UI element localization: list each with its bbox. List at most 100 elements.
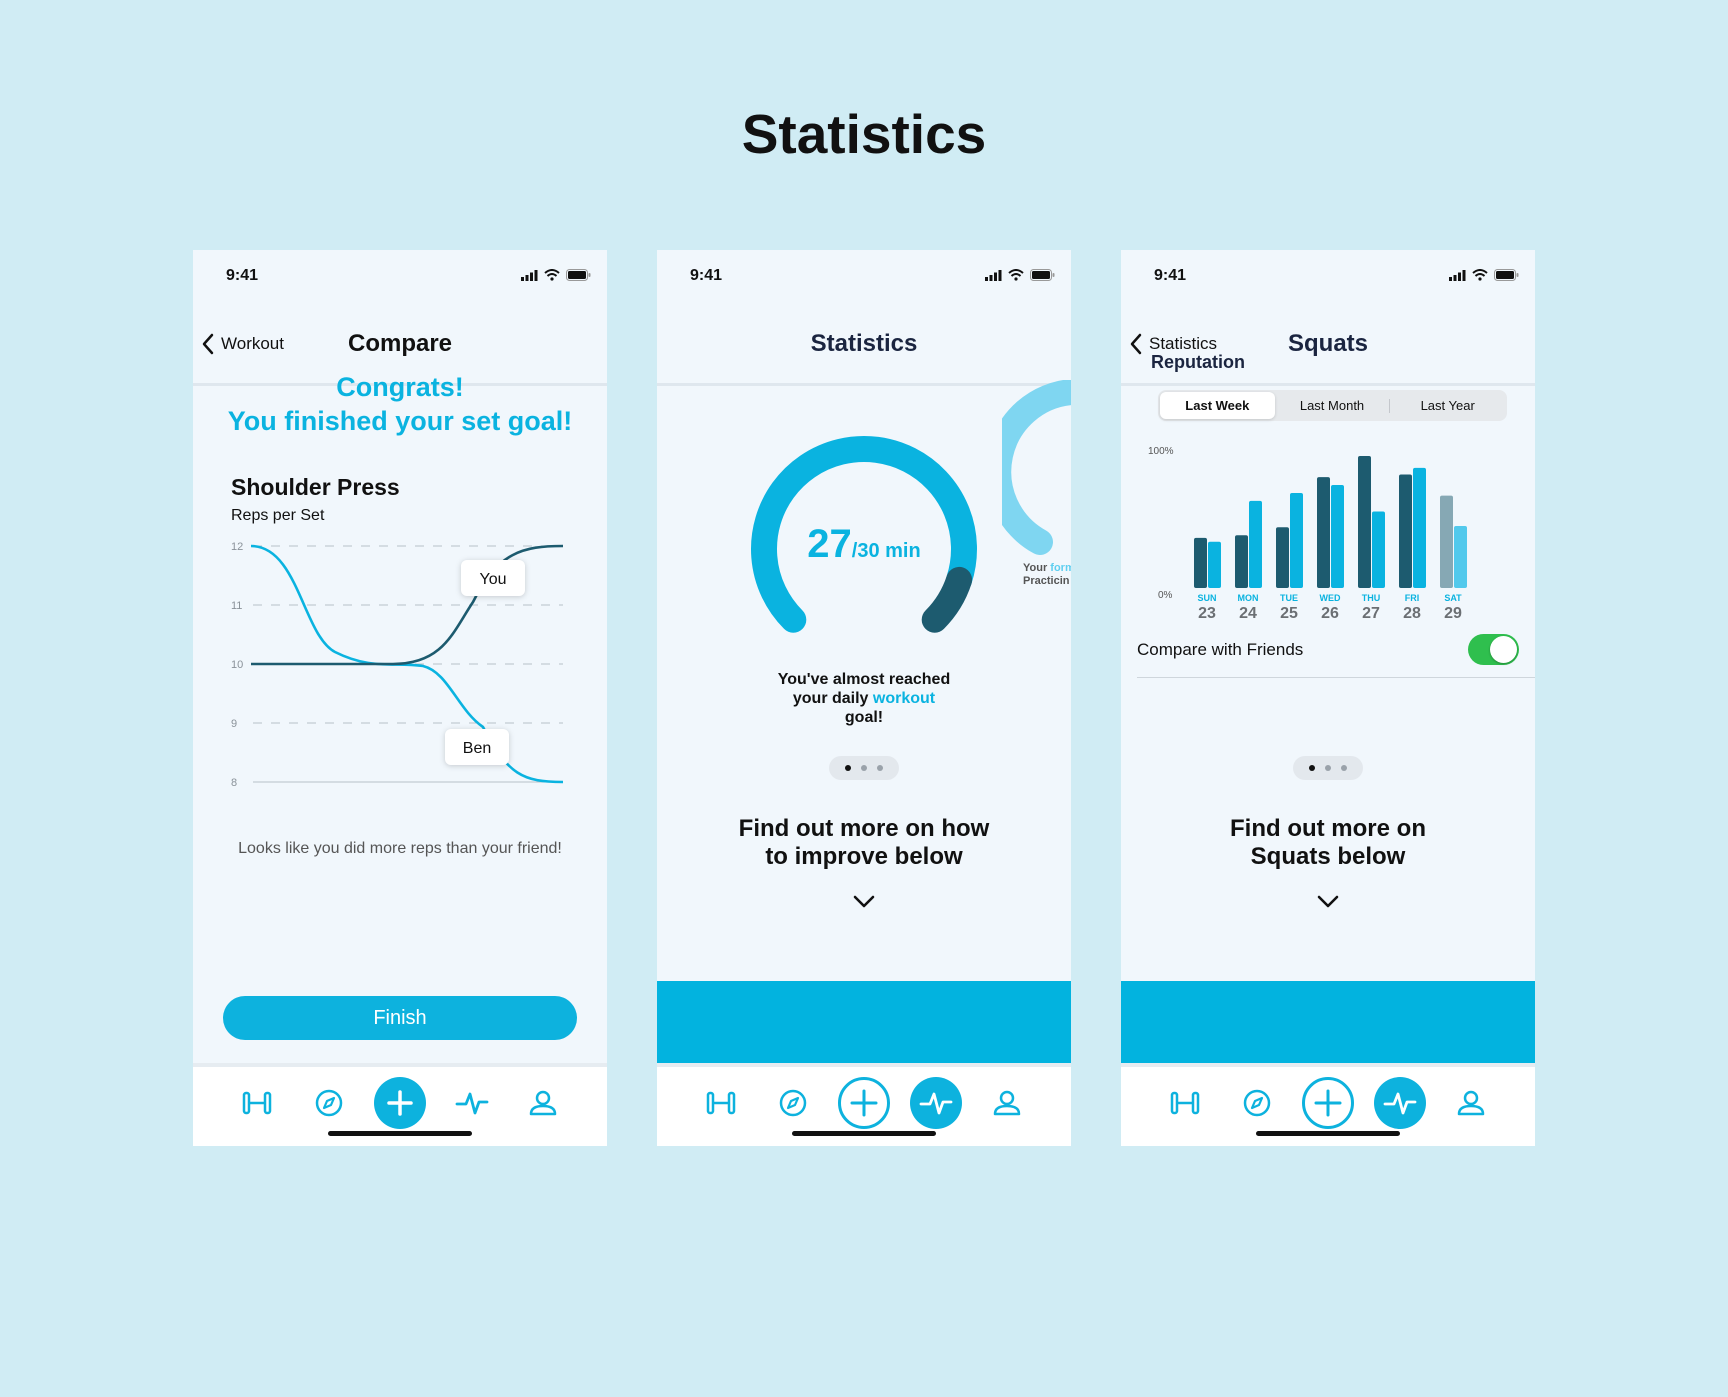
plus-icon xyxy=(1314,1089,1342,1117)
status-icons xyxy=(985,269,1055,281)
chevron-down-icon[interactable] xyxy=(1317,895,1339,909)
bar xyxy=(1440,495,1453,588)
next-card-line1: Your xyxy=(1023,562,1051,574)
y-tick-label: 9 xyxy=(231,718,237,730)
x-tick-date: 23 xyxy=(1198,605,1216,622)
gauge-value: 27 xyxy=(807,522,852,566)
bar xyxy=(1399,474,1412,588)
compare-friends-toggle[interactable] xyxy=(1468,634,1519,665)
battery-icon xyxy=(566,269,591,281)
bar xyxy=(1194,537,1207,588)
tab-add[interactable] xyxy=(1302,1077,1354,1129)
tab-explore[interactable] xyxy=(1231,1077,1283,1129)
finish-button[interactable]: Finish xyxy=(223,996,577,1040)
y-tick-label: 12 xyxy=(231,541,243,553)
nav-bar: Statistics xyxy=(657,300,1071,386)
nav-bar: Statistics Squats xyxy=(1121,300,1535,386)
bar xyxy=(1413,467,1426,588)
page-indicator[interactable] xyxy=(1293,756,1363,780)
tab-profile[interactable] xyxy=(981,1077,1033,1129)
profile-icon xyxy=(993,1090,1021,1116)
page-dot-active xyxy=(1309,765,1315,771)
activity-icon xyxy=(919,1092,953,1115)
signal-icon xyxy=(985,269,1002,281)
tab-activity[interactable] xyxy=(1374,1077,1426,1129)
nav-title: Statistics xyxy=(810,329,918,357)
legend-tag-you: You xyxy=(461,560,525,596)
plus-icon xyxy=(387,1090,413,1116)
x-tick-date: 27 xyxy=(1362,605,1380,622)
x-tick-date: 24 xyxy=(1239,605,1257,622)
reps-line-chart: 12 11 10 9 8 You Ben xyxy=(231,541,564,789)
dumbbell-icon xyxy=(1170,1091,1200,1115)
signal-icon xyxy=(521,269,538,281)
bar xyxy=(1249,500,1262,588)
tab-profile[interactable] xyxy=(517,1077,569,1129)
next-card-gauge[interactable] xyxy=(1002,380,1071,560)
wifi-icon xyxy=(1472,269,1488,281)
y-tick-label: 8 xyxy=(231,777,237,789)
next-card-text: Your form Practicin xyxy=(1023,562,1071,588)
home-indicator xyxy=(328,1131,472,1136)
tab-workouts[interactable] xyxy=(695,1077,747,1129)
more-line2: to improve below xyxy=(765,843,963,870)
toggle-knob xyxy=(1490,636,1517,663)
status-time: 9:41 xyxy=(1154,267,1187,284)
y-tick-label: 10 xyxy=(231,659,243,671)
profile-icon xyxy=(529,1090,557,1116)
bottom-sheet-preview[interactable] xyxy=(657,981,1071,1065)
x-tick-day: SUN xyxy=(1197,593,1216,603)
page-indicator[interactable] xyxy=(829,756,899,780)
tab-explore[interactable] xyxy=(303,1077,355,1129)
profile-icon xyxy=(1457,1090,1485,1116)
goal-highlight: workout xyxy=(872,690,936,707)
x-tick-day: SAT xyxy=(1444,593,1462,603)
signal-icon xyxy=(1449,269,1466,281)
wifi-icon xyxy=(544,269,560,281)
more-line2: Squats below xyxy=(1250,843,1406,870)
segment-last-year[interactable]: Last Year xyxy=(1390,392,1505,419)
x-tick-day: TUE xyxy=(1280,593,1298,603)
tab-activity[interactable] xyxy=(446,1077,498,1129)
bar xyxy=(1276,527,1289,588)
goal-message: You've almost reached your daily workout… xyxy=(657,670,1071,727)
back-label: Statistics xyxy=(1149,333,1218,353)
bar xyxy=(1235,535,1248,588)
page-title: Statistics xyxy=(741,103,987,165)
tab-workouts[interactable] xyxy=(1159,1077,1211,1129)
status-bar: 9:41 xyxy=(1121,250,1535,300)
bottom-sheet-preview[interactable] xyxy=(1121,981,1535,1065)
y-tick-label: 100% xyxy=(1148,446,1174,457)
plus-icon xyxy=(850,1089,878,1117)
bar xyxy=(1372,511,1385,588)
chevron-down-icon[interactable] xyxy=(853,895,875,909)
activity-icon xyxy=(455,1092,489,1115)
tab-profile[interactable] xyxy=(1445,1077,1497,1129)
bar xyxy=(1454,525,1467,588)
compass-icon xyxy=(1243,1089,1271,1117)
chevron-left-icon xyxy=(1130,333,1142,354)
page-dot xyxy=(877,765,883,771)
tab-add[interactable] xyxy=(838,1077,890,1129)
status-bar: 9:41 xyxy=(657,250,1071,300)
segment-last-week[interactable]: Last Week xyxy=(1160,392,1275,419)
congrats-title: Congrats! xyxy=(336,372,464,402)
compass-icon xyxy=(779,1089,807,1117)
more-info-heading: Find out more on how to improve below xyxy=(657,815,1071,871)
more-info-heading: Find out more on Squats below xyxy=(1121,815,1535,871)
bar xyxy=(1358,456,1371,588)
legend-label-ben: Ben xyxy=(463,740,491,757)
goal-line3: goal! xyxy=(844,709,884,726)
x-tick-day: WED xyxy=(1320,593,1341,603)
home-indicator xyxy=(792,1131,936,1136)
y-tick-label: 11 xyxy=(231,600,242,612)
x-tick-date: 26 xyxy=(1321,605,1339,622)
tab-explore[interactable] xyxy=(767,1077,819,1129)
tab-add[interactable] xyxy=(374,1077,426,1129)
x-tick-date: 25 xyxy=(1280,605,1298,622)
tab-workouts[interactable] xyxy=(231,1077,283,1129)
tab-bar xyxy=(657,1063,1071,1146)
tab-activity[interactable] xyxy=(910,1077,962,1129)
y-tick-label: 0% xyxy=(1158,590,1173,601)
segment-last-month[interactable]: Last Month xyxy=(1275,392,1390,419)
